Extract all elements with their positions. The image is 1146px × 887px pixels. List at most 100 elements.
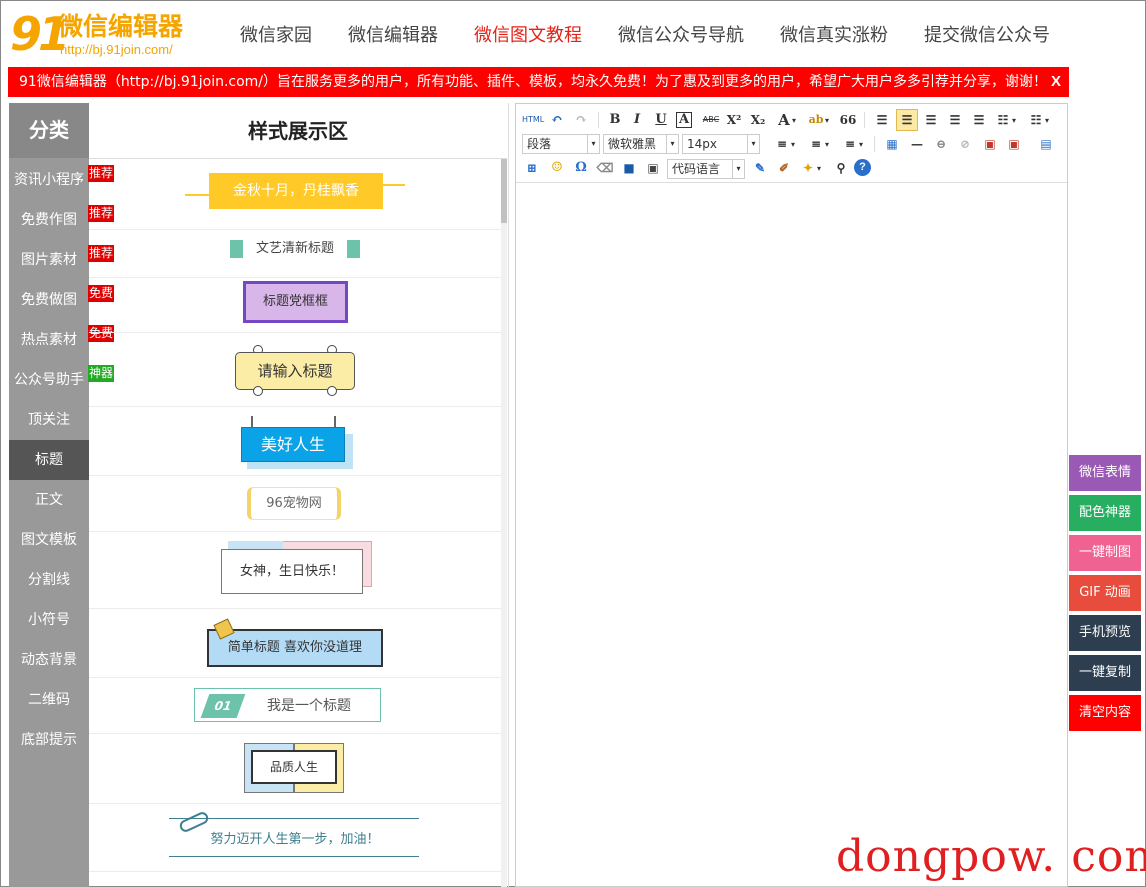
one-click-copy-button[interactable]: 一键复制 bbox=[1069, 655, 1141, 691]
subscript-icon[interactable]: X₂ bbox=[748, 110, 768, 130]
image-icon[interactable]: ▣ bbox=[980, 134, 1000, 154]
sidebar-item-symbols[interactable]: 小符号 bbox=[9, 600, 89, 640]
mobile-preview-button[interactable]: 手机预览 bbox=[1069, 615, 1141, 651]
unlink-icon[interactable]: ⊘ bbox=[955, 134, 975, 154]
font-size-select[interactable]: 14px ▾ bbox=[682, 134, 760, 154]
strikethrough-icon[interactable]: ABC bbox=[701, 110, 721, 130]
multi-image-icon[interactable]: ▣ bbox=[1004, 134, 1024, 154]
code-language-select[interactable]: 代码语言 ▾ bbox=[667, 159, 745, 179]
blockquote-icon[interactable]: 66 bbox=[838, 110, 858, 130]
special-char-icon[interactable]: Ω bbox=[571, 158, 591, 178]
superscript-icon[interactable]: X² bbox=[724, 110, 744, 130]
chevron-down-icon[interactable]: ▾ bbox=[1042, 110, 1052, 130]
category-sidebar: 分类 资讯小程序 免费作图 图片素材 免费做图 热点素材 公众号助手 顶关注 标… bbox=[9, 103, 89, 887]
bold-icon[interactable]: B bbox=[605, 110, 625, 130]
toolbar-separator bbox=[864, 112, 865, 128]
nav-weixin-editor[interactable]: 微信编辑器 bbox=[348, 24, 438, 48]
chevron-down-icon[interactable]: ▾ bbox=[1009, 110, 1019, 130]
paragraph-select[interactable]: 段落 ▾ bbox=[522, 134, 600, 154]
style-preview-text: 金秋十月，丹桂飘香 bbox=[209, 173, 383, 209]
underline-icon[interactable]: U bbox=[651, 110, 671, 130]
style-item[interactable]: 请输入标题 bbox=[89, 333, 501, 407]
sidebar-item-account-helper[interactable]: 公众号助手 bbox=[9, 360, 89, 400]
font-family-select[interactable]: 微软雅黑 ▾ bbox=[603, 134, 679, 154]
italic-icon[interactable]: I bbox=[627, 110, 647, 130]
sidebar-item-free-drawing[interactable]: 免费作图 bbox=[9, 200, 89, 240]
style-item[interactable]: 努力迈开人生第一步，加油！ bbox=[89, 804, 501, 872]
style-preview-text: 请输入标题 bbox=[235, 352, 355, 390]
align-left-icon[interactable]: ☰ bbox=[896, 109, 918, 131]
sidebar-item-bottom-tip[interactable]: 底部提示 bbox=[9, 720, 89, 760]
chevron-down-icon[interactable]: ▾ bbox=[814, 158, 824, 178]
clear-content-button[interactable]: 清空内容 bbox=[1069, 695, 1141, 731]
style-item[interactable]: 文艺清新标题 bbox=[89, 230, 501, 278]
align-justify-icon[interactable]: ☰ bbox=[969, 110, 989, 130]
sidebar-item-title[interactable]: 标题 bbox=[9, 440, 89, 480]
scrollbar-thumb[interactable] bbox=[501, 159, 507, 223]
color-tool-button[interactable]: 配色神器 bbox=[1069, 495, 1141, 531]
undo-icon[interactable]: ↶ bbox=[547, 110, 567, 130]
style-item[interactable]: 标题党框框 bbox=[89, 278, 501, 333]
gif-animation-button[interactable]: GIF 动画 bbox=[1069, 575, 1141, 611]
indent-icon[interactable]: ☰ bbox=[872, 110, 892, 130]
sidebar-item-follow-top[interactable]: 顶关注 bbox=[9, 400, 89, 440]
eraser-icon[interactable]: ⌫ bbox=[595, 158, 615, 178]
style-preview-text: 简单标题 喜欢你没道理 bbox=[207, 629, 383, 667]
help-icon[interactable]: ? bbox=[854, 159, 871, 176]
map-icon[interactable]: ⊞ bbox=[522, 158, 542, 178]
notice-close-button[interactable]: X bbox=[1051, 67, 1061, 97]
style-item[interactable]: 01 我是一个标题 bbox=[89, 678, 501, 734]
style-item[interactable]: 金秋十月，丹桂飘香 bbox=[89, 160, 501, 230]
table-icon[interactable]: ▦ bbox=[882, 134, 902, 154]
nav-weixin-home[interactable]: 微信家园 bbox=[240, 24, 312, 48]
chevron-down-icon[interactable]: ▾ bbox=[822, 134, 832, 154]
sidebar-item-article-template[interactable]: 图文模板 bbox=[9, 520, 89, 560]
style-preview-text: 我是一个标题 bbox=[267, 698, 351, 714]
link-icon[interactable]: ⊖ bbox=[931, 134, 951, 154]
sidebar-item-hot-assets[interactable]: 热点素材 bbox=[9, 320, 89, 360]
html-source-icon[interactable]: HTML bbox=[522, 110, 544, 130]
chevron-down-icon[interactable]: ▾ bbox=[822, 110, 832, 130]
horizontal-rule-icon[interactable]: — bbox=[907, 134, 927, 154]
sidebar-item-animated-bg[interactable]: 动态背景 bbox=[9, 640, 89, 680]
wechat-emoji-button[interactable]: 微信表情 bbox=[1069, 455, 1141, 491]
search-replace-icon[interactable]: ⚲ bbox=[831, 158, 851, 178]
format-painter-icon[interactable]: ✎ bbox=[750, 158, 770, 178]
redo-icon[interactable]: ↷ bbox=[571, 110, 591, 130]
style-item[interactable]: 96宠物网 bbox=[89, 476, 501, 532]
style-item[interactable]: 女神，生日快乐！ bbox=[89, 532, 501, 609]
nav-real-followers[interactable]: 微信真实涨粉 bbox=[780, 24, 888, 48]
nav-tutorial[interactable]: 微信图文教程 bbox=[474, 24, 582, 48]
logo-name: 微信编辑器 bbox=[58, 12, 184, 41]
sidebar-item-divider[interactable]: 分割线 bbox=[9, 560, 89, 600]
style-item[interactable]: 品质人生 bbox=[89, 734, 501, 804]
chevron-down-icon[interactable]: ▾ bbox=[856, 134, 866, 154]
sidebar-item-body-text[interactable]: 正文 bbox=[9, 480, 89, 520]
clear-format-icon[interactable]: ✐ bbox=[774, 158, 794, 178]
save-icon[interactable]: ■ bbox=[619, 158, 639, 178]
one-click-image-button[interactable]: 一键制图 bbox=[1069, 535, 1141, 571]
template-icon[interactable]: ▤ bbox=[1036, 134, 1056, 154]
chevron-down-icon[interactable]: ▾ bbox=[788, 134, 798, 154]
nav-account-directory[interactable]: 微信公众号导航 bbox=[618, 24, 744, 48]
notice-text: 91微信编辑器（http://bj.91join.com/）旨在服务更多的用户，… bbox=[19, 74, 1048, 90]
decor-ring bbox=[253, 386, 263, 396]
sidebar-item-qrcode[interactable]: 二维码 bbox=[9, 680, 89, 720]
sidebar-item-image-assets[interactable]: 图片素材 bbox=[9, 240, 89, 280]
font-border-icon[interactable]: A bbox=[676, 112, 692, 128]
editor-content-area[interactable] bbox=[516, 184, 1067, 886]
align-center-icon[interactable]: ☰ bbox=[921, 110, 941, 130]
preview-icon[interactable]: ▣ bbox=[643, 158, 663, 178]
style-preview-text: 女神，生日快乐！ bbox=[221, 549, 363, 594]
style-item[interactable]: 美好人生 bbox=[89, 407, 501, 476]
site-logo[interactable]: 91 微信编辑器 http://bj.91join.com/ bbox=[10, 10, 200, 60]
emotion-icon[interactable]: ☺ bbox=[547, 158, 567, 178]
sidebar-item-free-design[interactable]: 免费做图 bbox=[9, 280, 89, 320]
chevron-down-icon[interactable]: ▾ bbox=[789, 110, 799, 130]
panel-scrollbar[interactable] bbox=[501, 159, 507, 887]
style-preview-text: 努力迈开人生第一步，加油！ bbox=[210, 832, 380, 847]
style-item[interactable]: 简单标题 喜欢你没道理 bbox=[89, 609, 501, 678]
sidebar-item-news-miniprogram[interactable]: 资讯小程序 bbox=[9, 160, 89, 200]
nav-submit-account[interactable]: 提交微信公众号 bbox=[924, 24, 1050, 48]
align-right-icon[interactable]: ☰ bbox=[945, 110, 965, 130]
